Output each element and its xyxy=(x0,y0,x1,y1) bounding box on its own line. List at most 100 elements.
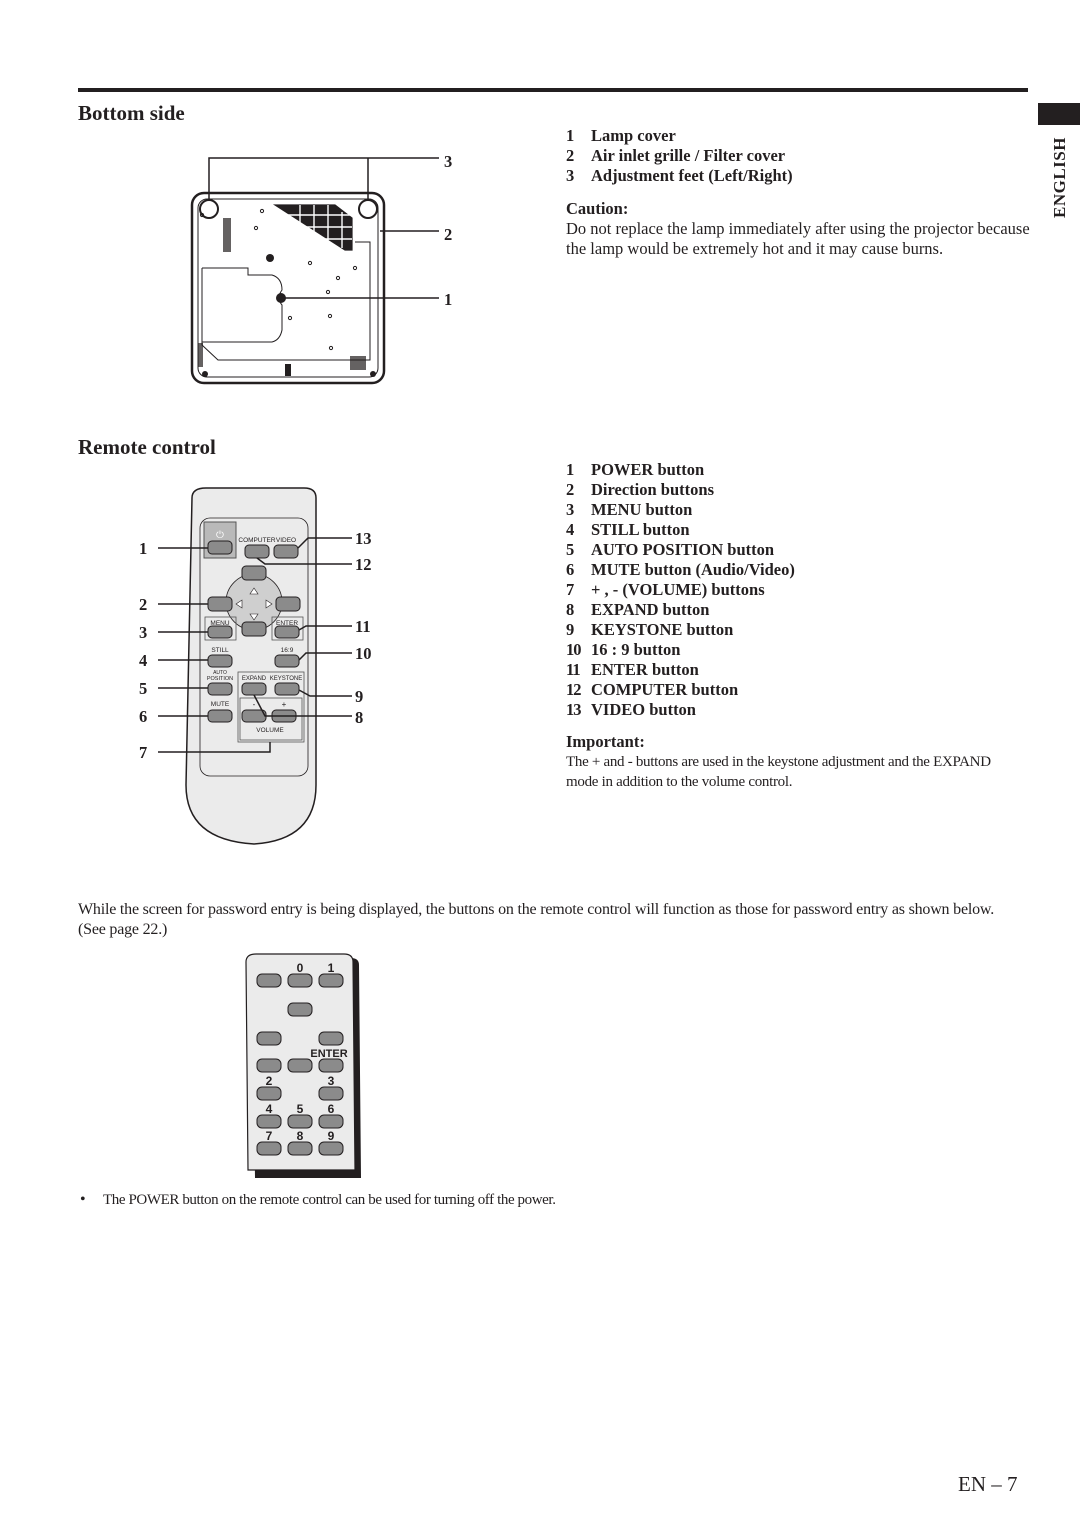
language-tab-label: ENGLISH xyxy=(1050,137,1069,219)
key-5[interactable] xyxy=(287,1114,313,1129)
list-item: 12 COMPUTER button xyxy=(566,680,739,699)
remote-callout-12: 12 xyxy=(355,555,372,574)
up-button[interactable] xyxy=(241,565,267,581)
list-item: 8 EXPAND button xyxy=(566,600,710,619)
svg-text:-: - xyxy=(253,700,256,709)
list-item: 10 16 : 9 button xyxy=(566,640,681,659)
list-item: 11 ENTER button xyxy=(566,660,699,679)
key-8[interactable] xyxy=(287,1141,313,1156)
callout-1: 1 xyxy=(444,290,453,309)
svg-text:COMPUTER: COMPUTER xyxy=(238,537,276,544)
key-2[interactable] xyxy=(256,1086,282,1101)
key-9[interactable] xyxy=(318,1141,344,1156)
svg-text:VIDEO: VIDEO xyxy=(276,537,296,544)
remote-callout-11: 11 xyxy=(355,617,371,636)
list-item: 2 Air inlet grille / Filter cover xyxy=(566,146,786,165)
projector-body xyxy=(190,191,386,385)
svg-text:9: 9 xyxy=(328,1129,335,1143)
remote-buttons-list: 1 POWER button 2 Direction buttons 3 MENU b… xyxy=(566,460,795,720)
key-6[interactable] xyxy=(318,1114,344,1129)
list-item: 2 Direction buttons xyxy=(566,480,714,499)
mute-button[interactable] xyxy=(207,709,233,723)
callout-3: 3 xyxy=(444,152,453,171)
svg-text:VOLUME: VOLUME xyxy=(256,727,284,734)
key-0[interactable] xyxy=(287,973,313,988)
down-button[interactable] xyxy=(241,621,267,637)
svg-text:4: 4 xyxy=(266,1102,273,1116)
svg-text:POSITION: POSITION xyxy=(207,676,233,682)
air-inlet-grille-icon xyxy=(272,204,353,251)
caution-text: Do not replace the lamp immediately afte… xyxy=(566,219,1030,258)
list-item: 3 Adjustment feet (Left/Right) xyxy=(566,166,793,185)
svg-text:16:9: 16:9 xyxy=(281,647,294,654)
svg-text:3: 3 xyxy=(328,1074,335,1088)
right-button[interactable] xyxy=(275,596,301,612)
page-number: EN – 7 xyxy=(958,1472,1018,1496)
power-note-text: The POWER button on the remote control c… xyxy=(103,1192,556,1208)
svg-text:+: + xyxy=(282,700,287,709)
menu-button[interactable] xyxy=(207,625,233,639)
svg-text:5: 5 xyxy=(297,1102,304,1116)
language-tab-marker xyxy=(1038,103,1080,125)
computer-button[interactable] xyxy=(244,544,270,559)
video-button[interactable] xyxy=(273,544,299,559)
key-7[interactable] xyxy=(256,1141,282,1156)
svg-text:KEYSTONE: KEYSTONE xyxy=(270,676,303,682)
svg-text:6: 6 xyxy=(328,1102,335,1116)
left-button[interactable] xyxy=(207,596,233,612)
remote-callout-3: 3 xyxy=(139,623,148,642)
important-heading: Important: xyxy=(566,732,645,751)
callout-2: 2 xyxy=(444,225,453,244)
remote-callout-13: 13 xyxy=(355,529,372,548)
remote-callout-5: 5 xyxy=(139,679,148,698)
auto-position-button[interactable] xyxy=(207,682,233,696)
remote-control-heading: Remote control xyxy=(78,435,216,459)
svg-text:8: 8 xyxy=(297,1129,304,1143)
remote-callout-9: 9 xyxy=(355,687,364,706)
svg-text:0: 0 xyxy=(297,961,304,975)
list-item: 9 KEYSTONE button xyxy=(566,620,734,639)
remote-callout-1: 1 xyxy=(139,539,148,558)
list-item: 6 MUTE button (Audio/Video) xyxy=(566,560,795,579)
important-text: The + and - buttons are used in the keys… xyxy=(566,754,991,790)
caution-heading: Caution: xyxy=(566,199,629,218)
enter-button[interactable] xyxy=(274,625,300,639)
key-enter[interactable] xyxy=(318,1058,344,1073)
lamp-cover-screw-icon xyxy=(202,254,376,377)
remote-callout-4: 4 xyxy=(139,651,148,670)
list-item: 13 VIDEO button xyxy=(566,700,696,719)
list-item: 4 STILL button xyxy=(566,520,690,539)
list-item: 1 Lamp cover xyxy=(566,126,676,145)
svg-text:STILL: STILL xyxy=(211,647,229,654)
svg-text:ENTER: ENTER xyxy=(310,1048,347,1060)
bottom-side-heading: Bottom side xyxy=(78,101,185,125)
svg-text:2: 2 xyxy=(266,1074,273,1088)
bullet-icon: • xyxy=(80,1191,86,1208)
svg-text:MUTE: MUTE xyxy=(211,701,230,708)
remote-callout-8: 8 xyxy=(355,708,364,727)
remote-callout-7: 7 xyxy=(139,743,148,762)
key-3[interactable] xyxy=(318,1086,344,1101)
expand-button[interactable] xyxy=(241,682,267,696)
svg-text:1: 1 xyxy=(328,961,335,975)
list-item: 3 MENU button xyxy=(566,500,693,519)
list-item: 7 + , - (VOLUME) buttons xyxy=(566,580,765,599)
keystone-button[interactable] xyxy=(274,682,300,696)
power-button[interactable] xyxy=(207,540,233,555)
key-1[interactable] xyxy=(318,973,344,988)
still-button[interactable] xyxy=(207,654,233,668)
password-intro-text: While the screen for password entry is b… xyxy=(78,901,995,938)
top-rule xyxy=(78,88,1028,92)
svg-text:7: 7 xyxy=(266,1129,273,1143)
svg-text:EXPAND: EXPAND xyxy=(242,676,267,682)
remote-callout-6: 6 xyxy=(139,707,148,726)
remote-callout-2: 2 xyxy=(139,595,148,614)
aspect-16-9-button[interactable] xyxy=(274,654,300,668)
key-4[interactable] xyxy=(256,1114,282,1129)
remote-callout-10: 10 xyxy=(355,644,372,663)
bottom-side-parts-list: 1 Lamp cover 2 Air inlet grille / Filter c… xyxy=(566,126,793,186)
password-remote-diagram: 0 1 ENTER 2 3 4 5 6 7 8 9 xyxy=(245,953,361,1178)
list-item: 1 POWER button xyxy=(566,460,705,479)
projector-bottom-diagram xyxy=(190,157,439,385)
power-icon: ⏻ xyxy=(216,530,224,541)
